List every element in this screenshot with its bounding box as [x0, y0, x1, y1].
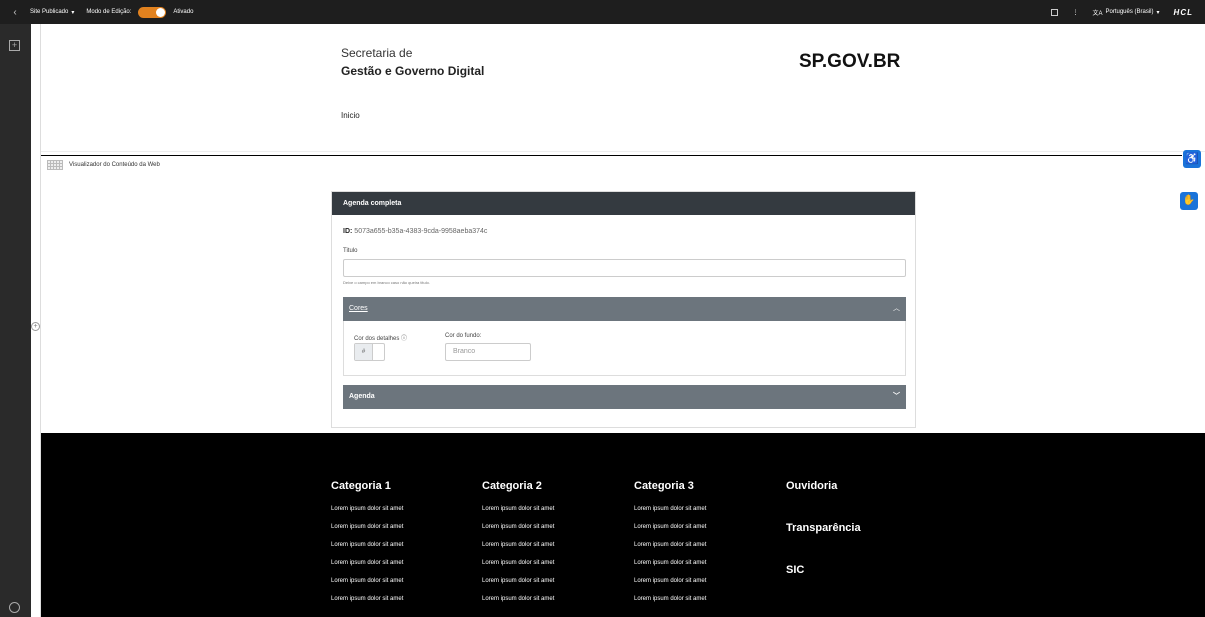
portlet-title: Visualizador do Conteúdo da Web — [69, 162, 160, 168]
hcl-logo: HCL — [1173, 7, 1193, 17]
site-header: Secretaria de Gestão e Governo Digital S… — [41, 24, 1205, 152]
footer-link[interactable]: Lorem ipsum dolor sit amet — [482, 576, 554, 594]
cor-detalhes-input[interactable]: # — [354, 343, 385, 361]
footer-link[interactable]: Lorem ipsum dolor sit amet — [331, 558, 403, 576]
footer-link[interactable]: Lorem ipsum dolor sit amet — [331, 594, 403, 612]
footer-link[interactable]: Lorem ipsum dolor sit amet — [331, 504, 403, 522]
cor-fundo-input[interactable]: Branco — [445, 343, 531, 361]
titulo-label: Titulo — [343, 248, 358, 254]
footer-column-title: Categoria 3 — [634, 480, 694, 492]
nav-inicio[interactable]: Inicio — [341, 111, 360, 120]
titulo-input[interactable] — [343, 259, 906, 277]
footer-link[interactable]: Lorem ipsum dolor sit amet — [482, 504, 554, 522]
agenda-accordion-header[interactable]: Agenda ﹀ — [343, 385, 906, 409]
site-status-label: Site Publicado — [30, 9, 69, 15]
footer-column-1: Categoria 1 Lorem ipsum dolor sit amet L… — [331, 480, 403, 612]
footer-link[interactable]: Lorem ipsum dolor sit amet — [634, 522, 706, 540]
footer-link[interactable]: Lorem ipsum dolor sit amet — [634, 558, 706, 576]
id-line: ID: 5073a655-b35a-4383-9cda-9958aeba374c — [343, 228, 487, 235]
edit-mode-control: Modo de Edição: Ativado — [86, 6, 194, 18]
footer-column-2: Categoria 2 Lorem ipsum dolor sit amet L… — [482, 480, 554, 612]
footer-link[interactable]: Lorem ipsum dolor sit amet — [482, 594, 554, 612]
chevron-down-icon: ▾ — [71, 9, 75, 16]
footer-link[interactable]: Lorem ipsum dolor sit amet — [482, 558, 554, 576]
cor-fundo-label: Cor do fundo: — [445, 333, 482, 339]
chevron-down-icon: ▾ — [1156, 9, 1160, 16]
footer-link-ouvidoria[interactable]: Ouvidoria — [786, 480, 861, 522]
secretaria-title-line2: Gestão e Governo Digital — [341, 64, 485, 78]
edit-gutter: + — [31, 24, 41, 617]
hash-prefix: # — [355, 344, 373, 360]
edit-mode-label: Modo de Edição: — [86, 9, 132, 15]
footer-link[interactable]: Lorem ipsum dolor sit amet — [331, 576, 403, 594]
id-label: ID: — [343, 228, 353, 235]
cor-detalhes-label: Cor dos detalhes ⓘ — [354, 336, 408, 342]
sign-language-icon[interactable]: ✋ — [1180, 192, 1198, 210]
language-selector[interactable]: 文A Português (Brasil) ▾ — [1092, 8, 1159, 17]
footer-link-sic[interactable]: SIC — [786, 564, 861, 606]
cores-accordion-body: Cor dos detalhes ⓘ Cor do fundo: # Branc… — [343, 321, 906, 376]
agenda-card: Agenda completa ID: 5073a655-b35a-4383-9… — [331, 191, 916, 428]
accessibility-icon[interactable]: ♿ — [1183, 150, 1201, 168]
footer-column-title: Categoria 2 — [482, 480, 542, 492]
footer-link-transparencia[interactable]: Transparência — [786, 522, 861, 564]
agenda-label: Agenda — [349, 393, 375, 400]
chevron-down-icon: ﹀ — [893, 393, 900, 400]
card-title: Agenda completa — [332, 192, 915, 215]
secretaria-title-line1: Secretaria de — [341, 46, 413, 60]
footer-link[interactable]: Lorem ipsum dolor sit amet — [331, 522, 403, 540]
sp-logo-mark: SP — [799, 51, 822, 72]
cores-accordion-header[interactable]: Cores ︿ — [343, 297, 906, 321]
grid-icon[interactable] — [47, 160, 63, 170]
chevron-up-icon: ︿ — [893, 305, 900, 312]
expand-icon[interactable]: + — [31, 322, 40, 331]
cores-label: Cores — [349, 305, 368, 312]
language-label: Português (Brasil) — [1105, 9, 1154, 15]
footer-column-title: Categoria 1 — [331, 480, 391, 492]
back-chevron-icon[interactable]: ‹ — [0, 7, 30, 18]
footer-column-3: Categoria 3 Lorem ipsum dolor sit amet L… — [634, 480, 706, 612]
footer-column-links: Ouvidoria Transparência SIC — [786, 480, 861, 606]
globe-icon[interactable] — [9, 602, 20, 613]
portlet-title-bar: Visualizador do Conteúdo da Web — [41, 155, 1182, 174]
sp-logo-text: .GOV.BR — [821, 51, 901, 72]
left-rail: + — [0, 24, 31, 617]
edit-mode-state: Ativado — [173, 9, 194, 15]
site-status-dropdown[interactable]: Site Publicado ▾ — [30, 9, 74, 16]
top-toolbar: ‹ Site Publicado ▾ Modo de Edição: Ativa… — [0, 0, 1205, 24]
footer-link[interactable]: Lorem ipsum dolor sit amet — [634, 504, 706, 522]
add-icon[interactable]: + — [9, 40, 20, 51]
footer-link[interactable]: Lorem ipsum dolor sit amet — [482, 522, 554, 540]
id-value: 5073a655-b35a-4383-9cda-9958aeba374c — [354, 228, 488, 235]
footer-link[interactable]: Lorem ipsum dolor sit amet — [634, 576, 706, 594]
edit-mode-toggle[interactable] — [138, 6, 167, 18]
toggle-knob — [156, 7, 166, 17]
footer-link[interactable]: Lorem ipsum dolor sit amet — [634, 540, 706, 558]
titulo-hint: Deixe o campo em branco caso não queira … — [343, 280, 430, 285]
footer-link[interactable]: Lorem ipsum dolor sit amet — [634, 594, 706, 612]
layout-icon[interactable] — [1051, 8, 1059, 16]
site-footer: Categoria 1 Lorem ipsum dolor sit amet L… — [41, 433, 1205, 617]
footer-link[interactable]: Lorem ipsum dolor sit amet — [331, 540, 403, 558]
toolbar-right: ⋮ 文A Português (Brasil) ▾ HCL — [1051, 8, 1205, 17]
more-icon[interactable]: ⋮ — [1072, 9, 1078, 16]
footer-link[interactable]: Lorem ipsum dolor sit amet — [482, 540, 554, 558]
translate-icon: 文A — [1092, 10, 1103, 17]
sp-gov-logo[interactable]: SP.GOV.BR — [799, 51, 900, 73]
